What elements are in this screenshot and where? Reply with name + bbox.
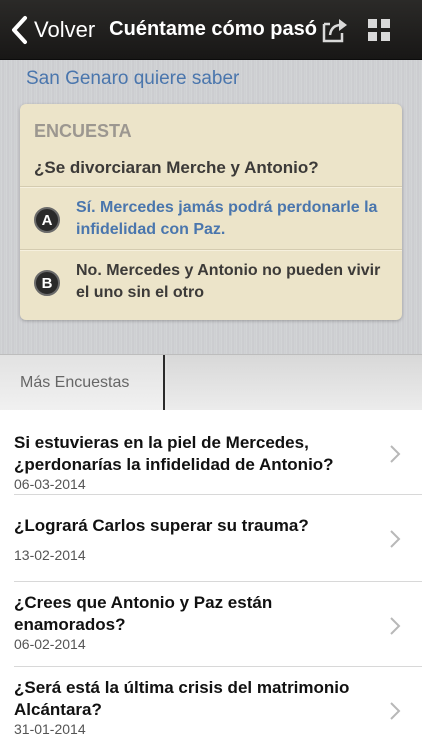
list-item[interactable]: ¿Será está la última crisis del matrimon… xyxy=(0,667,422,750)
option-b-text: No. Mercedes y Antonio no pueden vivir e… xyxy=(76,262,381,301)
poll-option-b[interactable]: B No. Mercedes y Antonio no pueden vivir… xyxy=(20,252,402,314)
poll-question: ¿Se divorciaran Merche y Antonio? xyxy=(34,158,319,177)
tab-more-polls[interactable]: Más Encuestas xyxy=(0,355,165,411)
share-icon[interactable] xyxy=(320,16,348,44)
divider xyxy=(20,186,402,188)
list-item-title: ¿Logrará Carlos superar su trauma? xyxy=(14,516,309,535)
poll-option-a[interactable]: A Sí. Mercedes jamás podrá perdonarle la… xyxy=(20,189,402,251)
poll-label: ENCUESTA xyxy=(34,121,132,141)
section-title: San Genaro quiere saber xyxy=(26,68,240,89)
poll-area: San Genaro quiere saber ENCUESTA ¿Se div… xyxy=(0,60,422,354)
tab-more-polls-label: Más Encuestas xyxy=(20,374,130,391)
option-a-badge: A xyxy=(34,207,60,233)
list-item-date: 31-01-2014 xyxy=(14,721,86,737)
tab-bar-empty xyxy=(167,355,422,411)
back-label: Volver xyxy=(34,16,96,42)
list-item[interactable]: Si estuvieras en la piel de Mercedes, ¿p… xyxy=(0,410,422,495)
grid-icon[interactable] xyxy=(367,18,391,42)
tab-bar: Más Encuestas xyxy=(0,354,422,411)
navigation-bar: Volver Cuéntame cómo pasó xyxy=(0,0,422,60)
chevron-right-icon xyxy=(390,530,401,548)
chevron-right-icon xyxy=(390,445,401,463)
list-item-title: Si estuvieras en la piel de Mercedes, ¿p… xyxy=(14,433,334,474)
list-item-date: 13-02-2014 xyxy=(14,547,86,563)
list-item-title: ¿Será está la última crisis del matrimon… xyxy=(14,678,350,719)
list-item-title: ¿Crees que Antonio y Paz están enamorado… xyxy=(14,593,273,634)
poll-card: ENCUESTA ¿Se divorciaran Merche y Antoni… xyxy=(20,104,402,320)
list-item-date: 06-03-2014 xyxy=(14,476,86,492)
page-title: Cuéntame cómo pasó xyxy=(109,18,317,40)
list-item[interactable]: ¿Logrará Carlos superar su trauma? 13-02… xyxy=(0,497,422,582)
back-button[interactable]: Volver xyxy=(0,0,95,60)
row-divider xyxy=(14,494,422,495)
chevron-right-icon xyxy=(390,702,401,720)
list-item[interactable]: ¿Crees que Antonio y Paz están enamorado… xyxy=(0,582,422,667)
divider xyxy=(20,249,402,251)
chevron-left-icon xyxy=(12,15,27,44)
list-item-date: 06-02-2014 xyxy=(14,636,86,652)
chevron-right-icon xyxy=(390,617,401,635)
option-a-text: Sí. Mercedes jamás podrá perdonarle la i… xyxy=(76,199,378,238)
option-b-badge: B xyxy=(34,270,60,296)
polls-list: Si estuvieras en la piel de Mercedes, ¿p… xyxy=(0,410,422,750)
